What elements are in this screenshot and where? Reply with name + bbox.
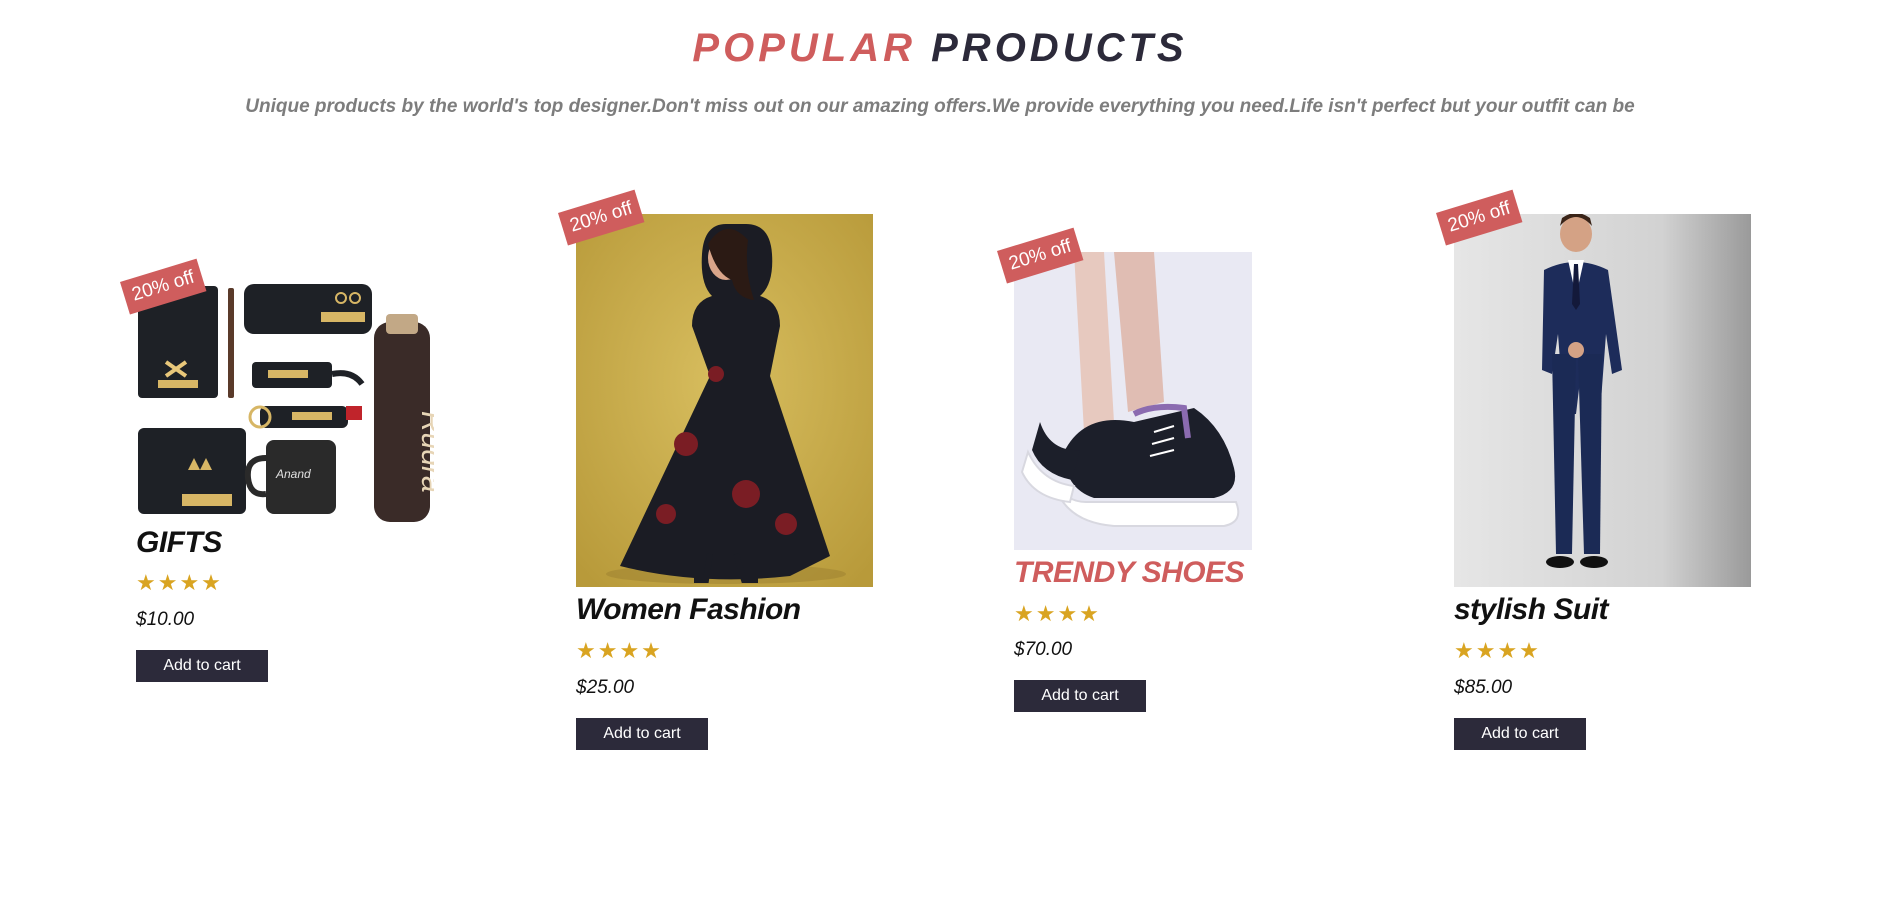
product-price: $10.00	[136, 609, 195, 630]
star-rating: ★★★★	[576, 638, 663, 663]
section-title: POPULAR PRODUCTS	[0, 26, 1880, 71]
section-subtitle: Unique products by the world's top desig…	[245, 96, 1635, 117]
svg-text:Rudra: Rudra	[415, 411, 434, 493]
suit-model-illustration	[1454, 214, 1751, 587]
product-price: $85.00	[1454, 677, 1513, 698]
product-name[interactable]: Women Fashion	[576, 593, 801, 627]
product-name[interactable]: GIFTS	[136, 526, 222, 560]
star-rating: ★★★★	[1014, 601, 1101, 626]
product-price: $70.00	[1014, 639, 1073, 660]
product-price: $25.00	[576, 677, 635, 698]
star-rating: ★★★★	[1454, 638, 1541, 663]
product-image-gifts[interactable]: Rudra Anand	[136, 282, 434, 522]
add-to-cart-button[interactable]: Add to cart	[576, 718, 708, 750]
section-title-main: PRODUCTS	[931, 26, 1188, 70]
gift-set-illustration: Rudra Anand	[136, 282, 434, 522]
product-image-trendy-shoes[interactable]	[1014, 252, 1252, 550]
product-image-stylish-suit[interactable]	[1454, 214, 1751, 587]
section-title-accent: POPULAR	[692, 26, 916, 70]
star-rating: ★★★★	[136, 570, 223, 595]
product-name[interactable]: stylish Suit	[1454, 593, 1609, 627]
dress-model-illustration	[576, 214, 873, 587]
product-name[interactable]: TRENDY SHOES	[1014, 556, 1245, 590]
add-to-cart-button[interactable]: Add to cart	[136, 650, 268, 682]
product-image-women-fashion[interactable]	[576, 214, 873, 587]
add-to-cart-button[interactable]: Add to cart	[1014, 680, 1146, 712]
sneaker-illustration	[1014, 252, 1252, 550]
add-to-cart-button[interactable]: Add to cart	[1454, 718, 1586, 750]
svg-text:Anand: Anand	[275, 467, 311, 481]
